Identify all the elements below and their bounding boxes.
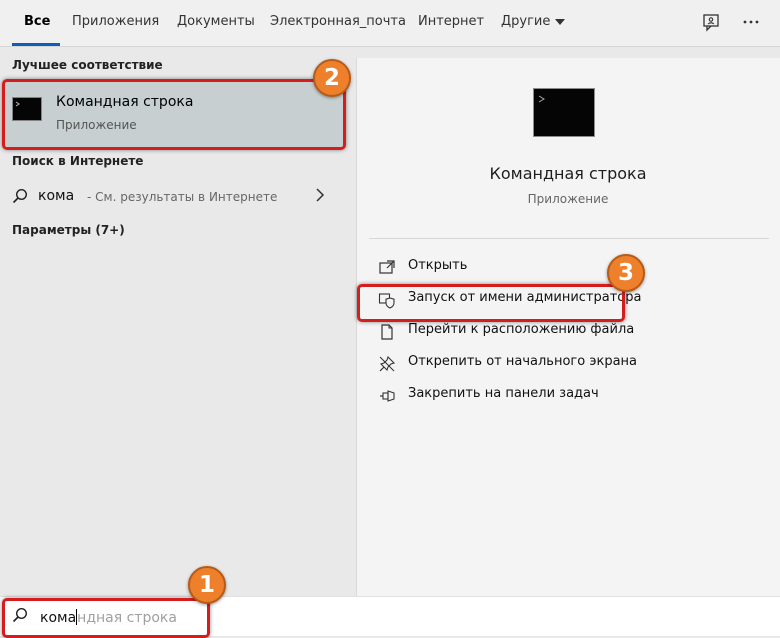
best-match-result[interactable] (4, 80, 343, 148)
web-search-query: кома (38, 188, 75, 204)
action-run-as-admin-label: Запуск от имени администратора (408, 290, 642, 305)
action-open[interactable]: Открыть (378, 254, 728, 282)
search-input-completion: ндная строка (77, 610, 177, 626)
best-match-title: Командная строка (56, 94, 194, 110)
action-pin-taskbar-label: Закрепить на панели задач (408, 386, 599, 401)
search-icon (12, 188, 28, 204)
web-search-hint: - См. результаты в Интернете (87, 190, 278, 204)
best-match-heading: Лучшее соответствие (12, 58, 163, 72)
tab-all[interactable]: Все (11, 0, 62, 46)
tab-more[interactable]: Другие (501, 0, 566, 46)
details-divider (369, 238, 769, 239)
app-title: Командная строка (489, 164, 647, 183)
tab-apps[interactable]: Приложения (72, 0, 159, 46)
prompt-cursor-icon (15, 101, 20, 107)
feedback-icon[interactable] (701, 12, 721, 32)
tab-documents[interactable]: Документы (177, 0, 255, 46)
action-open-label: Открыть (408, 258, 468, 273)
web-search-heading: Поиск в Интернете (12, 154, 144, 168)
step-badge-3: 3 (607, 254, 645, 292)
action-unpin-start[interactable]: Открепить от начального экрана (378, 350, 728, 378)
tab-internet[interactable]: Интернет (418, 0, 484, 46)
prompt-cursor-icon (538, 95, 545, 103)
action-unpin-start-label: Открепить от начального экрана (408, 354, 638, 369)
chevron-right-icon[interactable] (315, 188, 325, 202)
step-badge-2: 2 (313, 59, 351, 97)
tab-email[interactable]: Электронная_почта (270, 0, 406, 46)
command-prompt-icon (12, 97, 42, 121)
command-prompt-large-icon (533, 88, 595, 137)
search-input-typed: кома (40, 610, 77, 626)
action-open-file-location[interactable]: Перейти к расположению файла (378, 318, 728, 346)
settings-heading[interactable]: Параметры (7+) (12, 223, 125, 237)
search-icon (12, 607, 28, 623)
action-run-as-admin[interactable]: Запуск от имени администратора (378, 286, 728, 314)
filter-tabs: Все Приложения Документы Электронная_поч… (0, 0, 780, 47)
best-match-subtitle: Приложение (56, 118, 137, 132)
chevron-down-icon (555, 18, 566, 25)
open-icon (379, 260, 395, 274)
shield-icon (378, 293, 395, 309)
unpin-icon (379, 355, 396, 372)
action-open-file-location-label: Перейти к расположению файла (408, 322, 635, 337)
search-input[interactable]: командная строка (40, 609, 177, 626)
step-badge-1: 1 (188, 566, 226, 604)
file-location-icon (381, 324, 393, 340)
app-type: Приложение (527, 192, 609, 206)
more-options-icon[interactable] (741, 12, 761, 32)
action-pin-taskbar[interactable]: Закрепить на панели задач (378, 382, 728, 410)
tab-more-label: Другие (501, 14, 551, 29)
pin-icon (380, 390, 395, 402)
